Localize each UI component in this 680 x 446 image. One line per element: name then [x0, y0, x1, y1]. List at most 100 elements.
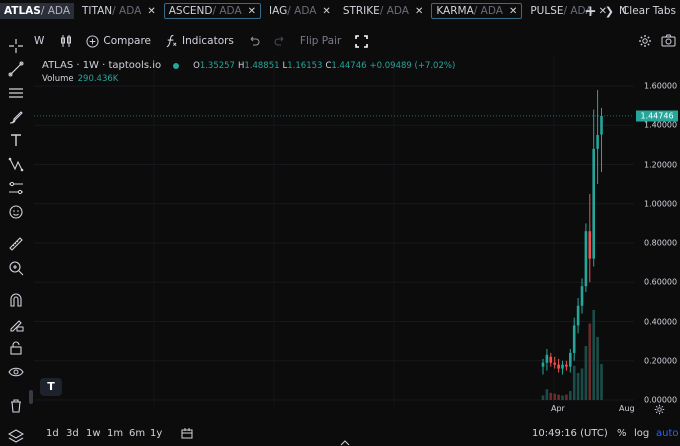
- legend-title: ATLAS · 1W · taptools.io: [42, 60, 162, 71]
- price-axis[interactable]: 1.60000 1.40000 1.20000 1.00000 0.80000 0.600…: [636, 56, 680, 406]
- volume-bar: [592, 310, 595, 400]
- tab-pair: / ADA: [212, 5, 242, 17]
- percent-toggle[interactable]: %: [617, 428, 627, 439]
- horizontal-lines-icon[interactable]: [8, 85, 24, 101]
- volume-bar: [576, 373, 580, 400]
- chart-toolbar: W Compare Indicators Flip Pair: [34, 30, 382, 52]
- plus-circle-icon: [86, 34, 99, 48]
- current-price-label: 1.44746: [636, 110, 678, 122]
- volume-bar: [541, 395, 545, 400]
- text-tool-icon[interactable]: [8, 132, 24, 148]
- tab-titan[interactable]: TITAN / ADA ✕: [78, 3, 160, 19]
- emoji-icon[interactable]: [8, 204, 24, 220]
- candle-body: [576, 305, 580, 326]
- redo-button[interactable]: [274, 35, 286, 47]
- sidebar-collapse-handle[interactable]: [29, 390, 33, 404]
- tab-symbol: ATLAS: [4, 5, 41, 17]
- tab-pair: / ADA: [40, 5, 71, 17]
- zoom-in-icon[interactable]: [8, 260, 24, 276]
- flip-pair-button[interactable]: Flip Pair: [300, 35, 341, 47]
- price-chart[interactable]: [34, 56, 634, 406]
- tab-symbol: STRIKE: [342, 5, 380, 17]
- close-icon[interactable]: ✕: [322, 6, 330, 17]
- market-status-dot: [173, 62, 180, 69]
- candle-body: [588, 231, 592, 259]
- range-1y[interactable]: 1y: [150, 428, 162, 439]
- ohlc-value: 1.48851: [244, 60, 280, 71]
- magnet-icon[interactable]: [8, 292, 24, 308]
- auto-toggle[interactable]: auto: [656, 428, 679, 439]
- tab-pair: / ADA: [112, 5, 142, 17]
- time-axis[interactable]: Apr Aug: [34, 404, 635, 418]
- interval-button[interactable]: W: [34, 35, 44, 47]
- tab-atlas[interactable]: ATLAS / ADA: [0, 3, 75, 19]
- price-tick: 1.60000: [644, 81, 678, 91]
- chevron-up-icon[interactable]: [340, 440, 350, 446]
- range-1d[interactable]: 1d: [46, 428, 59, 439]
- candles-style-button[interactable]: [60, 34, 72, 48]
- price-tick: 0.80000: [644, 238, 678, 248]
- close-icon[interactable]: ✕: [509, 6, 517, 17]
- ruler-icon[interactable]: [8, 236, 24, 252]
- utc-clock[interactable]: 10:49:16 (UTC): [532, 428, 608, 439]
- lock-icon[interactable]: [8, 340, 24, 356]
- volume-value: 290.436K: [77, 74, 119, 84]
- ohlc-value: 1.16153: [287, 60, 323, 71]
- date-range-icon[interactable]: [181, 428, 193, 439]
- volume-bar: [580, 368, 584, 400]
- tab-karma[interactable]: KARMA / ADA ✕: [431, 3, 523, 19]
- trash-icon[interactable]: [8, 398, 24, 414]
- fullscreen-button[interactable]: [355, 34, 369, 48]
- function-icon: [166, 34, 177, 48]
- indicators-label: Indicators: [182, 35, 234, 47]
- price-tick: 0.60000: [644, 277, 678, 287]
- tab-pair: / ADA: [379, 5, 409, 17]
- camera-icon[interactable]: [661, 34, 676, 47]
- candle-body: [565, 364, 568, 367]
- candle-body: [541, 362, 545, 367]
- chevron-right-icon[interactable]: ❯: [605, 5, 614, 18]
- volume-legend: Volume 290.436K: [42, 74, 455, 84]
- close-icon[interactable]: ✕: [415, 6, 423, 17]
- volume-label: Volume: [42, 74, 74, 84]
- ohlc-key: O: [193, 60, 200, 71]
- candle-body: [561, 364, 564, 369]
- settings-gear-icon[interactable]: [638, 34, 652, 48]
- price-tick: 1.40000: [644, 120, 678, 130]
- brush-icon[interactable]: [8, 109, 24, 125]
- log-toggle[interactable]: log: [634, 428, 649, 439]
- tab-pair: / ADA: [473, 5, 503, 17]
- indicators-button[interactable]: Indicators: [165, 34, 234, 48]
- time-label-apr: Apr: [551, 404, 565, 413]
- candle-body: [596, 135, 599, 149]
- tab-iag[interactable]: IAG / ADA ✕: [265, 3, 335, 19]
- tab-symbol: PULSE: [530, 5, 564, 17]
- eye-icon[interactable]: [8, 364, 24, 380]
- clear-tabs-button[interactable]: Clear Tabs: [622, 5, 676, 17]
- change-value: +0.09489 (+7.02%): [369, 60, 456, 71]
- range-3d[interactable]: 3d: [66, 428, 79, 439]
- new-tab-icon[interactable]: +: [584, 2, 597, 20]
- bottom-bar: 1d 3d 1w 1m 6m 1y 10:49:16 (UTC) % log a…: [0, 422, 680, 446]
- volume-bar: [572, 365, 576, 400]
- range-1w[interactable]: 1w: [86, 428, 101, 439]
- undo-button[interactable]: [248, 35, 260, 47]
- crosshair-icon[interactable]: [8, 38, 24, 54]
- compare-button[interactable]: Compare: [86, 34, 151, 48]
- pattern-icon[interactable]: [8, 156, 24, 172]
- close-icon[interactable]: ✕: [147, 6, 155, 17]
- tab-strike[interactable]: STRIKE / ADA ✕: [339, 3, 428, 19]
- candle-body: [572, 325, 576, 353]
- candle-body: [545, 354, 549, 363]
- close-icon[interactable]: ✕: [248, 6, 256, 17]
- axis-settings-gear-icon[interactable]: [654, 404, 665, 415]
- price-tick: 1.00000: [644, 199, 678, 209]
- measure-projection-icon[interactable]: [8, 180, 24, 196]
- lock-pencil-icon[interactable]: [8, 316, 24, 332]
- trendline-icon[interactable]: [8, 61, 24, 77]
- range-6m[interactable]: 6m: [129, 428, 145, 439]
- tab-ascend[interactable]: ASCEND / ADA ✕: [163, 3, 262, 19]
- range-1m[interactable]: 1m: [107, 428, 123, 439]
- drawing-toolbar: [0, 30, 32, 446]
- candle-body: [600, 115, 603, 135]
